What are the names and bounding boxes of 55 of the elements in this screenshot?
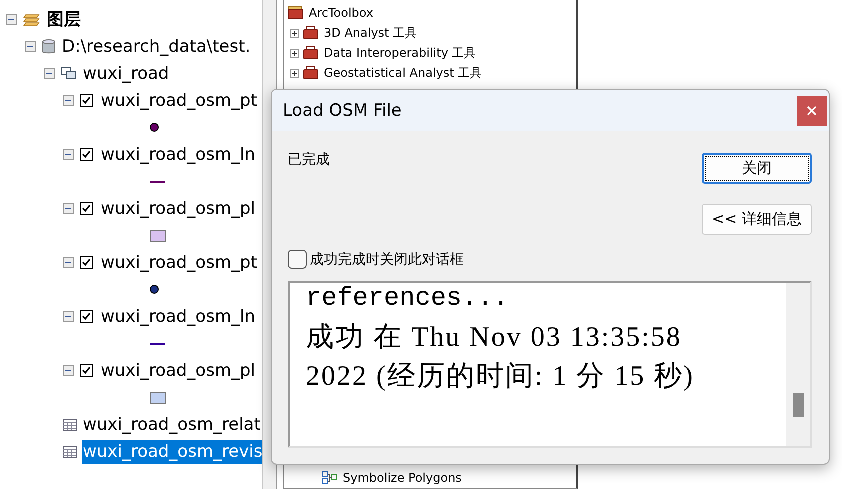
dialog-title: Load OSM File [283, 100, 402, 120]
collapse-toggle[interactable] [63, 365, 74, 376]
tool-name[interactable]: Symbolize Polygons [343, 471, 462, 485]
collapse-toggle[interactable] [25, 41, 36, 52]
tool-icon [322, 471, 338, 485]
collapse-toggle[interactable] [63, 203, 74, 214]
database-icon [42, 38, 56, 54]
details-button[interactable]: << 详细信息 [702, 204, 812, 235]
close-icon [807, 106, 817, 116]
expand-toggle[interactable] [290, 68, 299, 78]
toolbox-name[interactable]: 3D Analyst 工具 [324, 24, 418, 42]
layer-name[interactable]: wuxi_road_osm_pt [100, 250, 258, 274]
checkbox-label[interactable]: 成功完成时关闭此对话框 [310, 250, 464, 268]
table-name[interactable]: wuxi_road_osm_revis [82, 440, 262, 464]
toolbox-icon [303, 26, 319, 40]
log-line: references... [306, 283, 510, 315]
collapse-toggle[interactable] [63, 257, 74, 268]
layer-checkbox[interactable] [80, 364, 93, 377]
checkbox[interactable] [288, 250, 307, 269]
layers-icon [23, 12, 41, 28]
database-path[interactable]: D:\research_data\test. [61, 34, 252, 58]
collapse-toggle[interactable] [63, 311, 74, 322]
group-layer-name[interactable]: wuxi_road [82, 62, 170, 86]
layer-name[interactable]: wuxi_road_osm_ln [100, 304, 257, 328]
collapse-toggle[interactable] [6, 14, 17, 25]
expand-toggle[interactable] [290, 48, 299, 58]
collapse-toggle[interactable] [63, 95, 74, 106]
layer-name[interactable]: wuxi_road_osm_pl [100, 358, 257, 382]
status-text: 已完成 [288, 151, 330, 170]
layer-checkbox[interactable] [80, 310, 93, 323]
layer-checkbox[interactable] [80, 94, 93, 107]
toolbox-name[interactable]: Geostatistical Analyst 工具 [324, 64, 482, 82]
scrollbar[interactable] [786, 283, 810, 446]
table-icon [63, 418, 77, 430]
table-icon [63, 446, 77, 458]
toolbox-name[interactable]: Data Interoperability 工具 [324, 44, 476, 62]
collapse-toggle[interactable] [63, 149, 74, 160]
toc-title: 图层 [46, 8, 82, 32]
toolbox-icon [303, 46, 319, 60]
layer-name[interactable]: wuxi_road_osm_ln [100, 142, 257, 166]
layer-name[interactable]: wuxi_road_osm_pl [100, 196, 257, 220]
toolbox-title[interactable]: ArcToolbox [309, 6, 374, 20]
layer-name[interactable]: wuxi_road_osm_pt [100, 88, 258, 112]
expand-toggle[interactable] [290, 28, 299, 38]
collapse-toggle[interactable] [44, 68, 55, 79]
table-name[interactable]: wuxi_road_osm_relat [82, 412, 262, 436]
log-line: 成功 在 Thu Nov 03 13:35:58 2022 (经历的时间: 1 分 15 秒) [306, 321, 696, 394]
layer-checkbox[interactable] [80, 148, 93, 161]
layer-checkbox[interactable] [80, 256, 93, 269]
group-layer-icon [61, 66, 77, 80]
toolbox-icon [288, 6, 304, 20]
close-dialog-button[interactable]: 关闭 [702, 153, 812, 184]
close-button[interactable] [797, 96, 827, 126]
toolbox-icon [303, 66, 319, 80]
layer-checkbox[interactable] [80, 202, 93, 215]
